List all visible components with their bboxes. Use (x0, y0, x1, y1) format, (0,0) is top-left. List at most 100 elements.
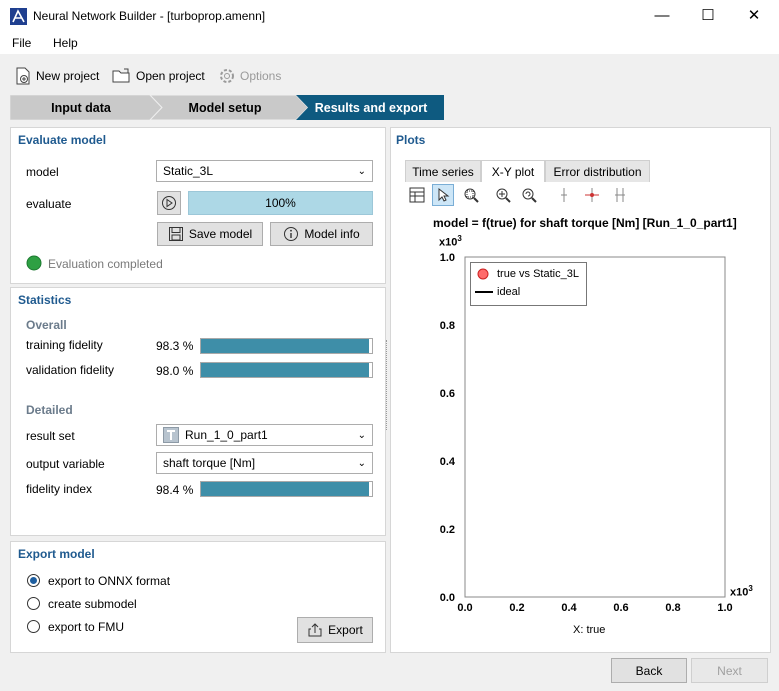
menu-help[interactable]: Help (53, 36, 78, 50)
close-button[interactable]: ✕ (731, 0, 777, 32)
x-tick-label: 0.2 (509, 602, 524, 614)
save-disk-icon (168, 227, 183, 241)
export-button[interactable]: Export (297, 617, 373, 643)
x-tick-label: 1.0 (717, 602, 732, 614)
back-button[interactable]: Back (611, 658, 687, 683)
y-tick-label: 0.6 (440, 388, 455, 400)
table-view-button[interactable] (406, 184, 428, 206)
evaluate-play-button[interactable] (157, 191, 181, 215)
menu-file[interactable]: File (12, 36, 31, 50)
title-bar: Neural Network Builder - [turboprop.amen… (0, 0, 779, 32)
legend-ideal-name: ideal (497, 286, 521, 298)
validation-fidelity-bar (200, 362, 373, 378)
pointer-icon (438, 187, 450, 202)
step-model-setup[interactable]: Model setup (152, 95, 298, 120)
radio-create-submodel[interactable] (27, 597, 40, 610)
output-variable-select[interactable]: shaft torque [Nm] ⌄ (156, 452, 373, 474)
export-model-title: Export model (18, 547, 95, 561)
export-fmu-label: export to FMU (48, 620, 125, 634)
next-button[interactable]: Next (691, 658, 768, 683)
tab-time-series[interactable]: Time series (405, 160, 481, 182)
y-tick-label: 0.4 (440, 456, 456, 468)
x-tick-label: 0.6 (613, 602, 628, 614)
zoom-region-button[interactable] (460, 184, 482, 206)
legend-series-name: true vs Static_3L (497, 268, 579, 280)
evaluate-model-title: Evaluate model (18, 133, 107, 147)
new-project-button[interactable]: New project (14, 66, 99, 86)
cursor-pair-button[interactable] (609, 184, 631, 206)
fidelity-index-value: 98.4 % (156, 483, 194, 497)
model-info-button[interactable]: Model info (270, 222, 373, 246)
result-set-label: result set (26, 429, 75, 443)
evaluation-status: Evaluation completed (48, 257, 163, 271)
cursor-pair-icon (615, 188, 625, 202)
training-fidelity-value: 98.3 % (156, 339, 194, 353)
training-fidelity-label: training fidelity (26, 338, 103, 352)
radio-export-onnx[interactable] (27, 574, 40, 587)
zoom-in-button[interactable] (492, 184, 514, 206)
status-ok-icon (26, 255, 42, 271)
maximize-button[interactable]: ☐ (685, 0, 731, 32)
tab-error-distribution[interactable]: Error distribution (545, 160, 650, 182)
validation-fidelity-label: validation fidelity (26, 363, 115, 377)
open-project-button[interactable]: Open project (112, 66, 205, 86)
result-set-select[interactable]: Run_1_0_part1 ⌄ (156, 424, 373, 446)
y-tick-label: 0.2 (440, 524, 455, 536)
zoom-reset-button[interactable] (518, 184, 540, 206)
save-model-button[interactable]: Save model (157, 222, 263, 246)
fidelity-index-fill (201, 482, 370, 496)
tab-xy-plot[interactable]: X-Y plot (481, 160, 545, 182)
fidelity-index-bar (200, 481, 373, 497)
statistics-title: Statistics (18, 293, 72, 307)
y-tick-label: 0.0 (440, 592, 455, 604)
x-axis-label: X: true (573, 624, 606, 636)
splitter-handle[interactable] (386, 340, 389, 430)
zoom-reset-icon (522, 188, 537, 203)
table-icon (409, 187, 425, 203)
crosshair-icon (585, 188, 599, 202)
text-file-icon (163, 427, 179, 443)
overall-heading: Overall (26, 318, 67, 332)
export-onnx-label: export to ONNX format (48, 574, 171, 588)
export-icon (308, 623, 322, 637)
y-tick-label: 0.8 (440, 320, 455, 332)
select-pointer-button[interactable] (432, 184, 454, 206)
x-tick-label: 0.4 (561, 602, 577, 614)
chart-legend: true vs Static_3L ideal (470, 262, 587, 306)
chevron-down-icon: ⌄ (357, 165, 366, 177)
cursor-single-button[interactable] (553, 184, 575, 206)
model-select[interactable]: Static_3L ⌄ (156, 160, 373, 182)
xy-chart: model = f(true) for shaft torque [Nm] [R… (395, 210, 763, 650)
legend-line-icon (475, 291, 493, 293)
options-button[interactable]: Options (218, 66, 281, 86)
result-set-value: Run_1_0_part1 (185, 428, 268, 442)
cursor-cross-button[interactable] (581, 184, 603, 206)
zoom-in-icon (496, 188, 511, 203)
plots-title: Plots (396, 133, 426, 147)
evaluate-progress-text: 100% (265, 196, 296, 210)
window-title: Neural Network Builder - [turboprop.amen… (33, 9, 266, 23)
play-icon (162, 196, 176, 210)
open-folder-icon (112, 68, 130, 83)
x-tick-label: 0.0 (457, 602, 472, 614)
model-select-value: Static_3L (163, 164, 214, 178)
app-logo-icon (10, 8, 27, 25)
plot-area (464, 256, 726, 598)
step-input-data[interactable]: Input data (10, 95, 152, 120)
step-results-export[interactable]: Results and export (298, 95, 444, 120)
zoom-region-icon (464, 188, 479, 203)
info-icon (284, 227, 299, 241)
output-variable-value: shaft torque [Nm] (163, 456, 256, 470)
chevron-down-icon: ⌄ (357, 429, 366, 441)
menu-bar: File Help (0, 32, 779, 54)
detailed-heading: Detailed (26, 403, 73, 417)
evaluate-label: evaluate (26, 197, 72, 211)
validation-fidelity-fill (201, 363, 369, 377)
gear-icon (220, 69, 234, 83)
output-variable-label: output variable (26, 457, 105, 471)
radio-export-fmu[interactable] (27, 620, 40, 633)
model-label: model (26, 165, 59, 179)
training-fidelity-bar (200, 338, 373, 354)
minimize-button[interactable]: — (639, 0, 685, 32)
evaluate-progress-bar: 100% (188, 191, 373, 215)
